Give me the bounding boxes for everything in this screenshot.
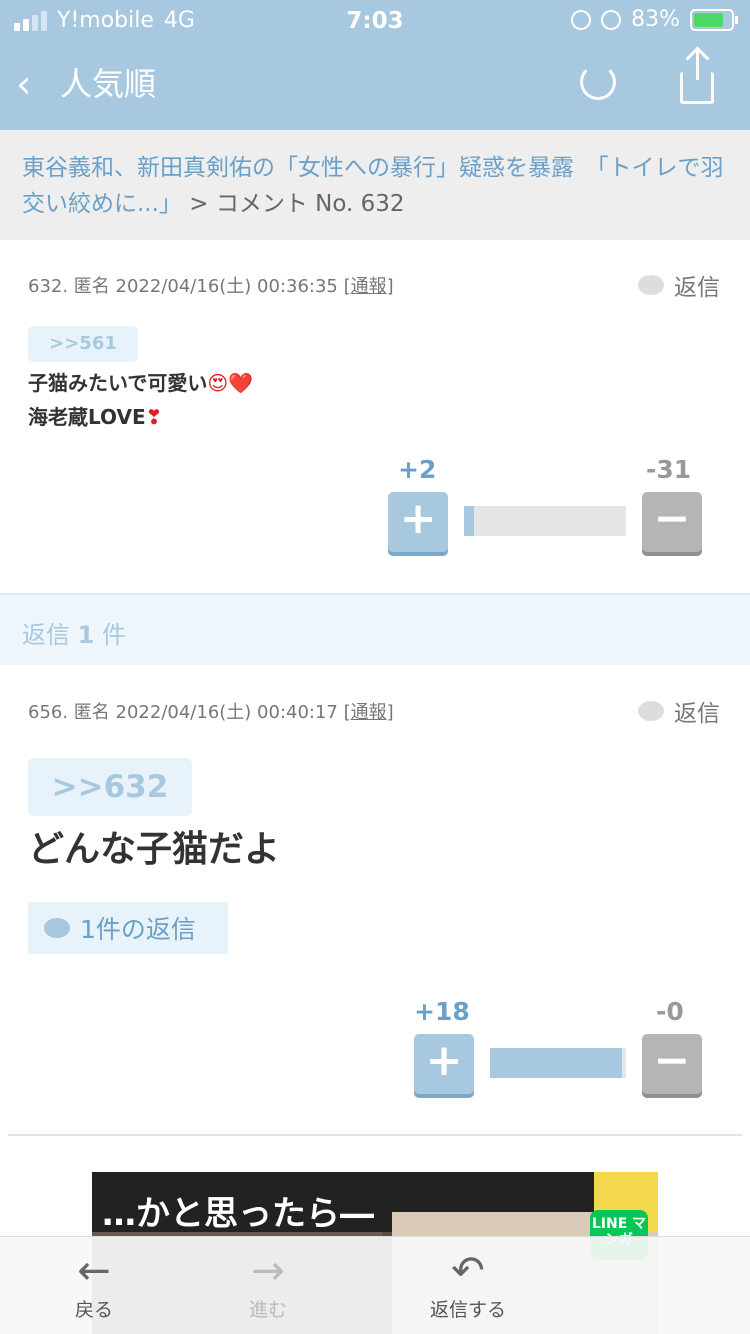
- minus-score: -31: [646, 455, 692, 484]
- emoji-exclamation-heart: ❣: [145, 405, 163, 429]
- minus-vote-button[interactable]: −: [642, 1034, 702, 1094]
- share-icon[interactable]: [680, 50, 714, 104]
- minus-vote-button[interactable]: −: [642, 492, 702, 552]
- rotation-lock-icon: [571, 9, 592, 30]
- nav-title[interactable]: 人気順: [60, 64, 156, 104]
- comment-line-2: 海老蔵LOVE❣: [28, 405, 163, 429]
- nav-bar: ‹ 人気順: [0, 42, 750, 130]
- status-bar: Y!mobile 4G 7:03 83%: [0, 0, 750, 42]
- reply-post-label: 返信する: [429, 1299, 506, 1321]
- breadcrumb-current: コメント No. 632: [215, 191, 405, 217]
- battery-icon: [690, 8, 738, 31]
- comment-meta: 632. 匿名 2022/04/16(土) 00:36:35 [通報]: [28, 272, 394, 298]
- comment-bubble-icon: [44, 918, 70, 938]
- bottom-toolbar: ← 戻る → 進む ↶ 返信する: [0, 1236, 750, 1334]
- reload-icon[interactable]: [580, 64, 616, 100]
- comment-meta-text: 632. 匿名 2022/04/16(土) 00:36:35: [28, 276, 338, 297]
- comment-line-1: 子猫みたいで可愛い😍❤️: [28, 371, 254, 395]
- status-right: 83%: [571, 7, 738, 32]
- comment-bubble-icon: [638, 701, 664, 721]
- forward-label: 進む: [248, 1299, 287, 1321]
- back-chevron-icon[interactable]: ‹: [16, 64, 31, 104]
- comment-meta: 656. 匿名 2022/04/16(土) 00:40:17 [通報]: [28, 698, 394, 724]
- comment-bubble-icon: [638, 275, 664, 295]
- vote-ratio-fill: [464, 506, 474, 536]
- anchor-link[interactable]: >>561: [28, 326, 138, 362]
- reply-button-label: 返信: [674, 701, 720, 727]
- replies-prefix: 返信: [22, 621, 70, 649]
- replies-header: 返信 1 件: [0, 593, 750, 665]
- anchor-link[interactable]: >>632: [28, 758, 192, 816]
- vote-ratio-bar: [490, 1048, 626, 1078]
- battery-percent: 83%: [631, 7, 680, 32]
- plus-score: +18: [414, 997, 470, 1026]
- reply-button[interactable]: 返信: [638, 268, 720, 302]
- breadcrumb: 東谷義和、新田真剣佑の「女性への暴行」疑惑を暴露 「トイレで羽交い絞めに...」…: [0, 130, 750, 240]
- plus-vote-button[interactable]: +: [414, 1034, 474, 1094]
- breadcrumb-separator: >: [189, 191, 209, 217]
- back-button[interactable]: ← 戻る: [64, 1247, 124, 1322]
- comment-meta-text: 656. 匿名 2022/04/16(土) 00:40:17: [28, 702, 338, 723]
- replies-suffix: 件: [101, 621, 126, 649]
- reply-button[interactable]: 返信: [638, 694, 720, 728]
- report-link[interactable]: [通報]: [344, 276, 394, 297]
- reply-post-button[interactable]: ↶ 返信する: [418, 1247, 518, 1322]
- reply-count-label: 1件の返信: [80, 915, 196, 944]
- emoji-hearts: 😍❤️: [207, 371, 254, 395]
- minus-score: -0: [656, 997, 684, 1026]
- vote-ratio-bar: [464, 506, 626, 536]
- comment-body: 子猫みたいで可愛い😍❤️ 海老蔵LOVE❣: [28, 366, 253, 434]
- vote-ratio-fill: [490, 1048, 622, 1078]
- arrow-left-icon: ←: [77, 1248, 111, 1294]
- divider: [8, 1134, 742, 1136]
- report-link[interactable]: [通報]: [344, 702, 394, 723]
- ad-headline: …かと思ったら―: [102, 1194, 374, 1234]
- reply-count-button[interactable]: 1件の返信: [28, 902, 228, 954]
- arrow-right-icon: →: [251, 1248, 285, 1294]
- alarm-icon: [601, 9, 622, 30]
- comment-body: どんな子猫だよ: [28, 829, 281, 870]
- replies-count: 1: [77, 621, 95, 649]
- reply-button-label: 返信: [674, 275, 720, 301]
- back-label: 戻る: [74, 1299, 113, 1321]
- reply-arrow-icon: ↶: [451, 1248, 485, 1294]
- plus-vote-button[interactable]: +: [388, 492, 448, 552]
- forward-button[interactable]: → 進む: [238, 1247, 298, 1322]
- plus-score: +2: [398, 455, 437, 484]
